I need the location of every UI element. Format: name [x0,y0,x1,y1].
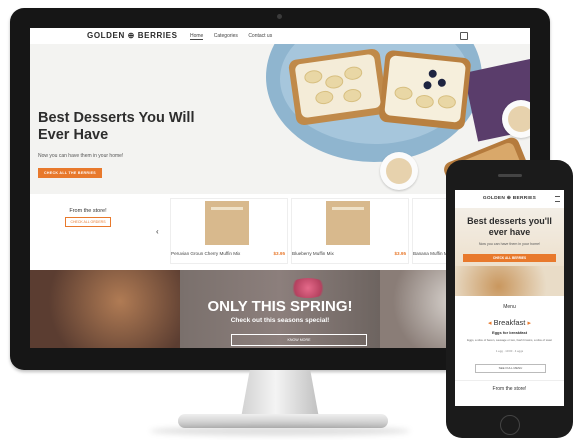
check-orders-button[interactable]: CHECK ALL ORDERS [65,217,111,227]
phone-hero-subtitle: Now you can have them in your home! [478,242,541,246]
monitor-stand [241,370,319,416]
menu-category-nav: ◂ Breakfast ▸ [455,318,564,327]
hero-title: Best Desserts You Will Ever Have [38,110,195,143]
product-name: Peruvian Groun Cherry Muffin Mix [171,251,241,256]
hamburger-icon[interactable] [555,196,560,202]
top-nav: GOLDEN ⊕ BERRIES Home Categories Contact… [30,28,530,44]
nav-categories-link[interactable]: Categories [214,33,238,39]
coffee-cup-image [380,152,418,190]
stand-shadow [150,426,410,436]
home-button[interactable] [500,415,520,435]
nav-home-link[interactable]: Home [190,33,204,40]
menu-prev-icon[interactable]: ◂ [488,320,492,327]
product-card[interactable]: Blueberry Muffin Mix $3.95 [291,198,409,264]
menu-item-meta: 1 egg · 10:00 · 4 eggs [495,349,524,353]
flowers-image [288,278,328,298]
phone-logo[interactable]: GOLDEN ⊕ BERRIES [455,196,564,201]
nav-contact-link[interactable]: Contact us [248,33,272,39]
product-price: $3.95 [394,251,407,256]
product-bag-image [326,201,370,245]
menu-item-title: Eggs for breakfast [491,330,528,335]
hero-subtitle: Now you can have them in your home! [38,153,124,159]
product-card[interactable]: Peruvian Groun Cherry Muffin Mix $3.95 [170,198,288,264]
cart-icon[interactable] [460,32,468,40]
webcam [277,14,282,19]
store-intro: From the store! CHECK ALL ORDERS [58,208,118,227]
toast-image [455,266,564,300]
product-bag-image [205,201,249,245]
carousel-prev-icon[interactable]: ‹ [156,227,159,236]
see-full-menu-button[interactable]: SEE FULL MENU [475,364,546,373]
product-price: $3.95 [273,251,286,256]
know-more-button[interactable]: KNOW MORE [231,334,367,346]
phone-menu-section: Menu ◂ Breakfast ▸ Eggs for breakfast Eg… [455,296,564,386]
menu-title: Menu [503,304,516,310]
nav-links: Home Categories Contact us [190,33,281,40]
phone-hero: Best desserts you'll ever have Now you c… [455,208,564,300]
toast-image [378,49,472,131]
phone-device: GOLDEN ⊕ BERRIES Best desserts you'll ev… [446,160,573,438]
phone-speaker [498,174,522,177]
toast-image [287,47,389,127]
menu-category: Breakfast [493,318,526,327]
menu-item-description: Eggs, a slice of bacon, sausage or two, … [467,338,552,342]
phone-screen: GOLDEN ⊕ BERRIES Best desserts you'll ev… [455,190,564,406]
check-berries-button[interactable]: CHECK ALL THE BERRIES [38,168,102,178]
product-name: Blueberry Muffin Mix [292,251,334,256]
phone-store-title: From the store! [492,386,527,392]
phone-check-berries-button[interactable]: CHECK ALL BERRIES [463,254,556,262]
site-logo[interactable]: GOLDEN ⊕ BERRIES [87,31,178,40]
menu-next-icon[interactable]: ▸ [527,320,531,327]
store-title: From the store! [69,208,107,214]
phone-hero-title: Best desserts you'll ever have [467,216,552,237]
phone-store-section: From the store! [455,380,564,406]
